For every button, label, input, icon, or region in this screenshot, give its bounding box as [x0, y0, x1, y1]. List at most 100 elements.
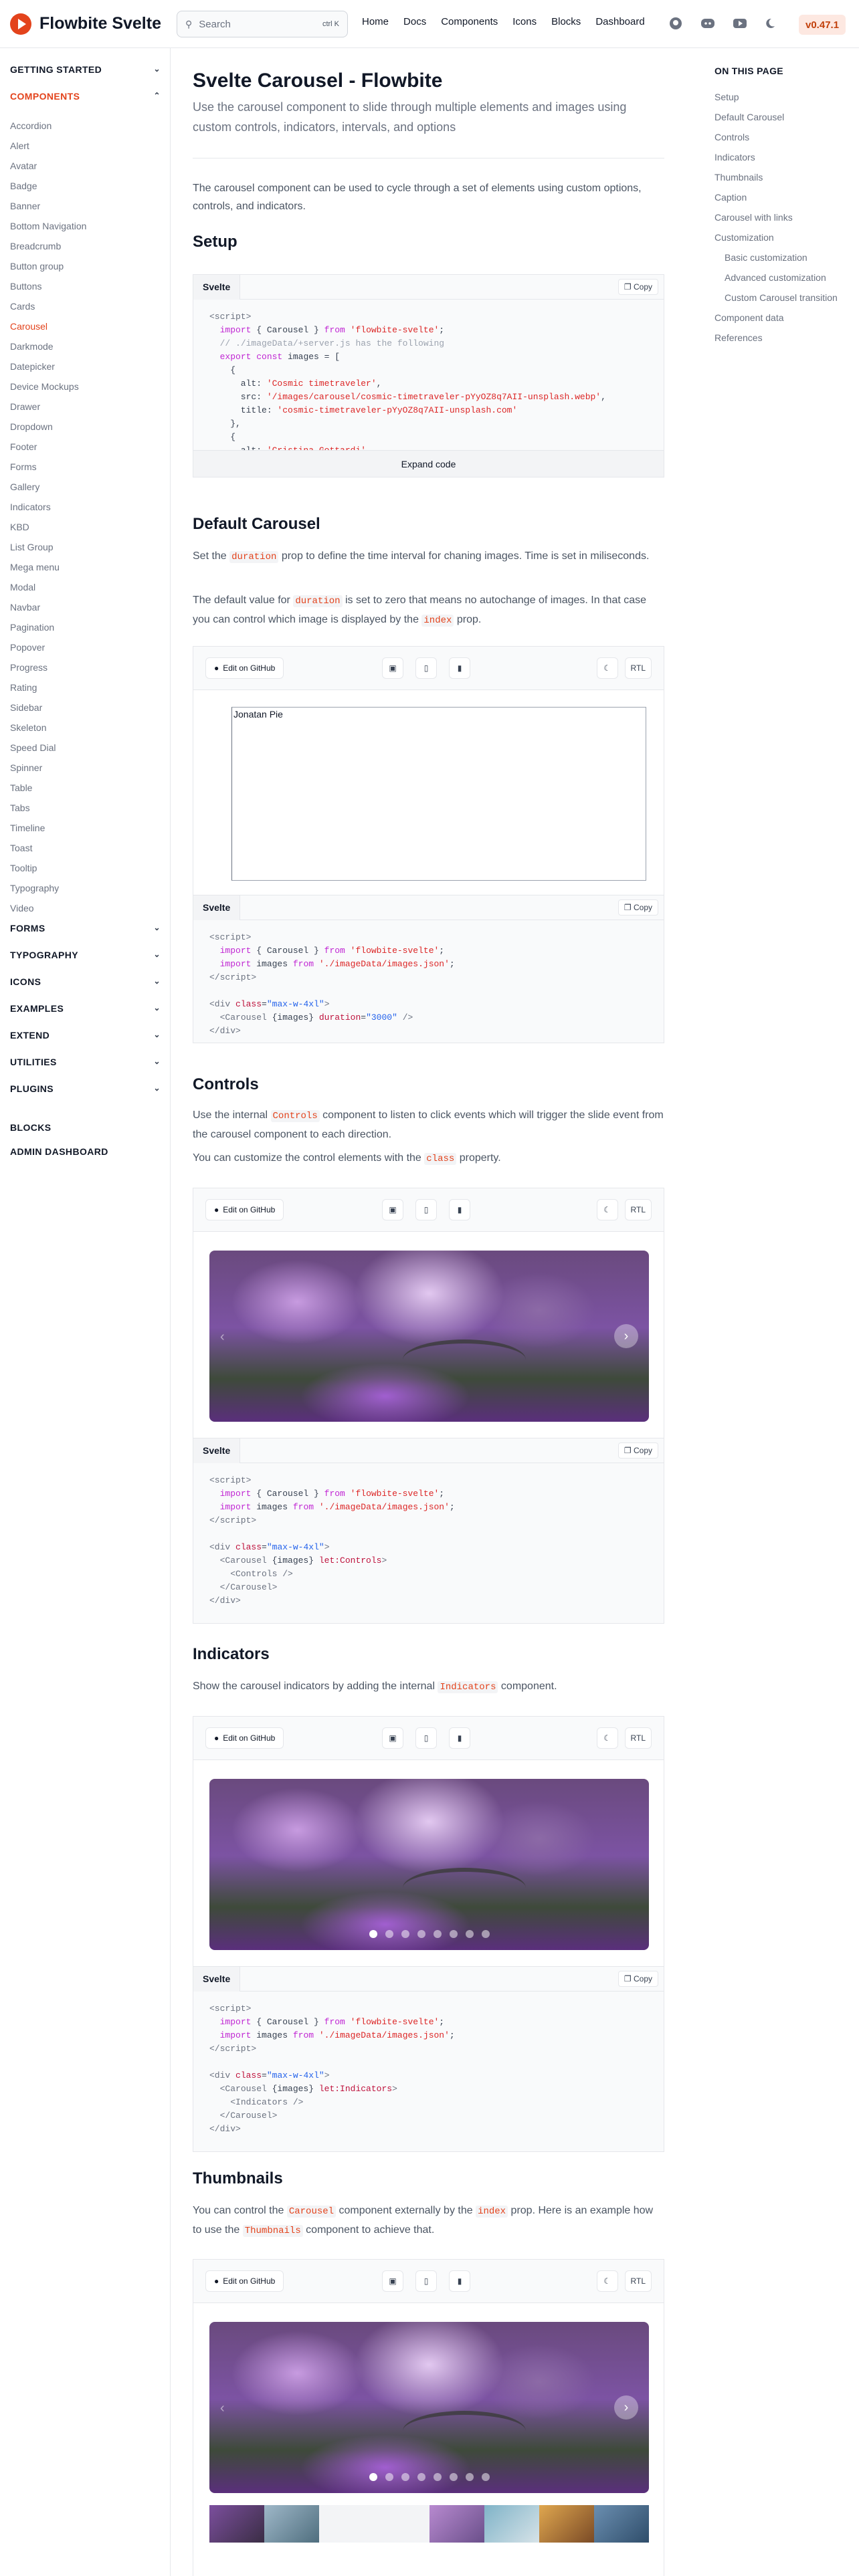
sidebar-section[interactable]: EXAMPLES ⌄ — [10, 1003, 161, 1014]
nav-docs[interactable]: Docs — [403, 16, 426, 27]
tablet-icon[interactable]: ▯ — [415, 657, 437, 679]
sidebar-item[interactable]: Toast — [10, 838, 86, 858]
sidebar-section[interactable]: EXTEND ⌄ — [10, 1030, 161, 1041]
sidebar-section[interactable]: UTILITIES ⌄ — [10, 1057, 161, 1067]
sidebar-item[interactable]: Video — [10, 898, 86, 918]
desktop-icon[interactable]: ▣ — [382, 1727, 403, 1749]
indicator-dot[interactable] — [385, 2473, 393, 2481]
indicator-dot[interactable] — [433, 1930, 442, 1938]
indicator-dot[interactable] — [401, 1930, 409, 1938]
sidebar-item[interactable]: Breadcrumb — [10, 236, 86, 256]
indicator-dot[interactable] — [465, 2473, 474, 2481]
sidebar-item[interactable]: Popover — [10, 637, 86, 657]
sidebar-section[interactable]: TYPOGRAPHY ⌄ — [10, 950, 161, 960]
thumbnail[interactable] — [539, 2505, 594, 2543]
sidebar-item[interactable]: Cards — [10, 296, 86, 316]
sidebar-item[interactable]: Buttons — [10, 276, 86, 296]
thumbnail[interactable] — [430, 2505, 484, 2543]
indicator-dot[interactable] — [465, 1930, 474, 1938]
version-badge[interactable]: v0.47.1 — [799, 15, 846, 35]
tablet-icon[interactable]: ▯ — [415, 1199, 437, 1220]
rtl-button[interactable]: RTL — [624, 1727, 652, 1749]
sidebar-item[interactable]: Carousel — [10, 316, 86, 336]
rtl-button[interactable]: RTL — [624, 1199, 652, 1220]
sidebar-section[interactable]: FORMS ⌄ — [10, 923, 161, 934]
moon-icon[interactable]: ☾ — [596, 1199, 618, 1220]
sidebar-item[interactable]: Typography — [10, 878, 86, 898]
indicator-dot[interactable] — [369, 2473, 377, 2481]
sidebar-item[interactable]: Alert — [10, 136, 86, 156]
sidebar-item[interactable]: Datepicker — [10, 356, 86, 377]
carousel-next-button[interactable]: › — [614, 1324, 638, 1348]
sidebar-item[interactable]: Skeleton — [10, 718, 86, 738]
indicator-dot[interactable] — [401, 2473, 409, 2481]
desktop-icon[interactable]: ▣ — [382, 1199, 403, 1220]
youtube-icon[interactable] — [731, 15, 749, 32]
copy-button[interactable]: ❐ Copy — [617, 1971, 658, 1987]
toc-item[interactable]: Thumbnails — [714, 167, 838, 187]
indicator-dot[interactable] — [417, 1930, 425, 1938]
sidebar-item[interactable]: Timeline — [10, 818, 86, 838]
sidebar-item[interactable]: Accordion — [10, 116, 86, 136]
toc-item[interactable]: References — [714, 328, 838, 348]
moon-icon[interactable] — [763, 15, 781, 32]
search-input[interactable]: ⚲ Search ctrl K — [177, 11, 348, 37]
indicator-dot[interactable] — [481, 1930, 490, 1938]
mobile-icon[interactable]: ▮ — [449, 2270, 470, 2292]
nav-icons[interactable]: Icons — [512, 16, 537, 27]
sidebar-item[interactable]: Tabs — [10, 798, 86, 818]
nav-components[interactable]: Components — [441, 16, 498, 27]
tablet-icon[interactable]: ▯ — [415, 2270, 437, 2292]
sidebar-item[interactable]: Badge — [10, 176, 86, 196]
sidebar-link[interactable]: ADMIN DASHBOARD — [10, 1146, 161, 1157]
sidebar-item[interactable]: Pagination — [10, 617, 86, 637]
indicator-dot[interactable] — [481, 2473, 490, 2481]
sidebar-section-getting-started[interactable]: GETTING STARTED ⌄ — [10, 64, 161, 75]
sidebar-item[interactable]: Avatar — [10, 156, 86, 176]
rtl-button[interactable]: RTL — [624, 2270, 652, 2292]
code-lang-tab[interactable]: Svelte — [193, 1966, 241, 1992]
sidebar-item[interactable]: Tooltip — [10, 858, 86, 878]
indicator-dot[interactable] — [369, 1930, 377, 1938]
toc-item[interactable]: Carousel with links — [714, 207, 838, 227]
discord-icon[interactable] — [699, 15, 717, 32]
tablet-icon[interactable]: ▯ — [415, 1727, 437, 1749]
sidebar-item[interactable]: Forms — [10, 457, 86, 477]
sidebar-item[interactable]: Navbar — [10, 597, 86, 617]
nav-dashboard[interactable]: Dashboard — [595, 16, 644, 27]
toc-item[interactable]: Indicators — [714, 147, 838, 167]
sidebar-item[interactable]: KBD — [10, 517, 86, 537]
sidebar-item[interactable]: Bottom Navigation — [10, 216, 86, 236]
indicator-dot[interactable] — [449, 1930, 458, 1938]
mobile-icon[interactable]: ▮ — [449, 1199, 470, 1220]
toc-item[interactable]: Controls — [714, 127, 838, 147]
sidebar-link[interactable]: BLOCKS — [10, 1122, 161, 1133]
mobile-icon[interactable]: ▮ — [449, 657, 470, 679]
nav-home[interactable]: Home — [362, 16, 389, 27]
sidebar-item[interactable]: Mega menu — [10, 557, 86, 577]
sidebar-item[interactable]: Gallery — [10, 477, 86, 497]
edit-on-github-button[interactable]: ● Edit on GitHub — [205, 1727, 284, 1749]
code-lang-tab[interactable]: Svelte — [193, 1438, 241, 1463]
thumbnail[interactable] — [264, 2505, 319, 2543]
toc-item[interactable]: Caption — [714, 187, 838, 207]
sidebar-item[interactable]: Speed Dial — [10, 738, 86, 758]
sidebar-section[interactable]: ICONS ⌄ — [10, 976, 161, 987]
sidebar-item[interactable]: Footer — [10, 437, 86, 457]
desktop-icon[interactable]: ▣ — [382, 657, 403, 679]
edit-on-github-button[interactable]: ● Edit on GitHub — [205, 657, 284, 679]
expand-code-button[interactable]: Expand code — [193, 450, 664, 477]
sidebar-item[interactable]: Table — [10, 778, 86, 798]
thumbnail[interactable] — [594, 2505, 649, 2543]
sidebar-item[interactable]: List Group — [10, 537, 86, 557]
sidebar-item[interactable]: Banner — [10, 196, 86, 216]
edit-on-github-button[interactable]: ● Edit on GitHub — [205, 1199, 284, 1220]
nav-blocks[interactable]: Blocks — [551, 16, 581, 27]
toc-item[interactable]: Custom Carousel transition — [714, 288, 838, 308]
copy-button[interactable]: ❐ Copy — [617, 899, 658, 916]
carousel-prev-button[interactable]: ‹ — [220, 1329, 225, 1345]
thumbnail[interactable] — [484, 2505, 539, 2543]
moon-icon[interactable]: ☾ — [596, 1727, 618, 1749]
moon-icon[interactable]: ☾ — [596, 2270, 618, 2292]
sidebar-section-components[interactable]: COMPONENTS ⌃ — [10, 91, 161, 102]
